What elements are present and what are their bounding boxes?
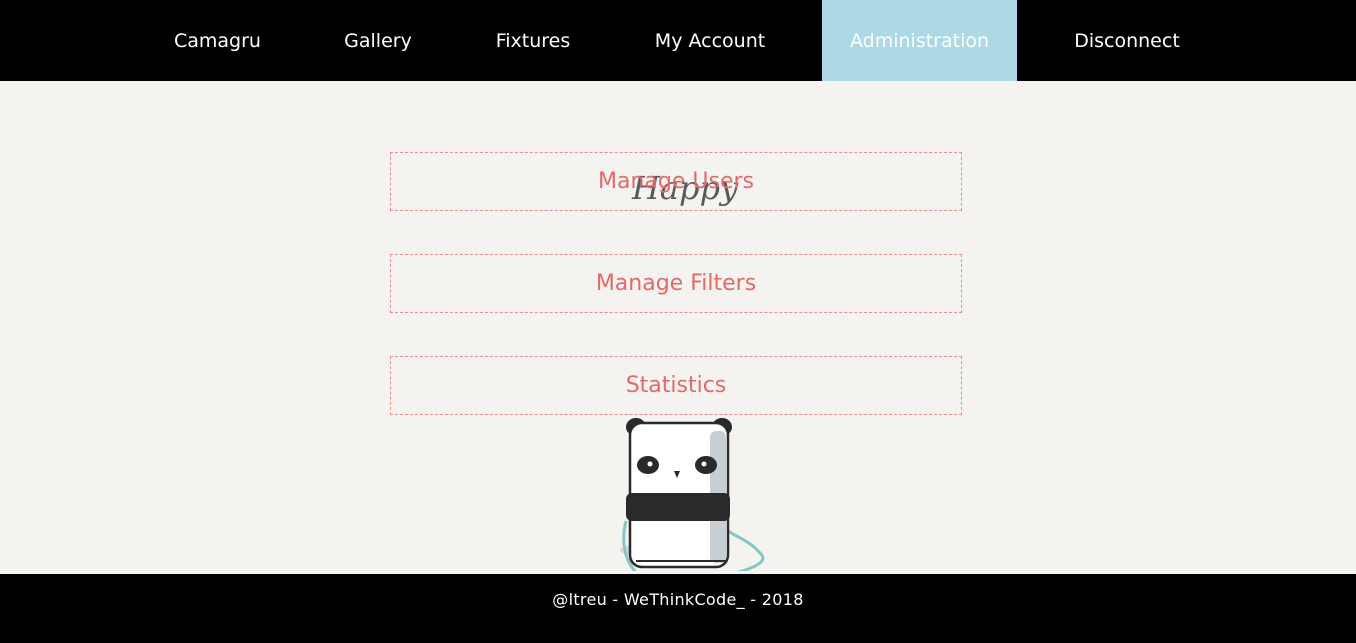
- nav-item-administration[interactable]: Administration: [822, 0, 1017, 81]
- statistics-button[interactable]: Statistics: [390, 356, 962, 415]
- top-navbar: Camagru Gallery Fixtures My Account Admi…: [0, 0, 1356, 81]
- nav-item-disconnect[interactable]: Disconnect: [1047, 0, 1207, 81]
- manage-users-button[interactable]: Manage Users: [390, 152, 962, 211]
- footer-credits: @ltreu - WeThinkCode_ - 2018: [552, 590, 804, 609]
- footer: @ltreu - WeThinkCode_ - 2018: [0, 574, 1356, 643]
- nav-item-fixtures[interactable]: Fixtures: [470, 0, 596, 81]
- manage-filters-button[interactable]: Manage Filters: [390, 254, 962, 313]
- nav-item-camagru[interactable]: Camagru: [150, 0, 285, 81]
- main-content: Happy Manage Users Manage Filters Statis…: [0, 81, 1356, 574]
- nav-item-gallery[interactable]: Gallery: [318, 0, 438, 81]
- nav-item-my-account[interactable]: My Account: [628, 0, 792, 81]
